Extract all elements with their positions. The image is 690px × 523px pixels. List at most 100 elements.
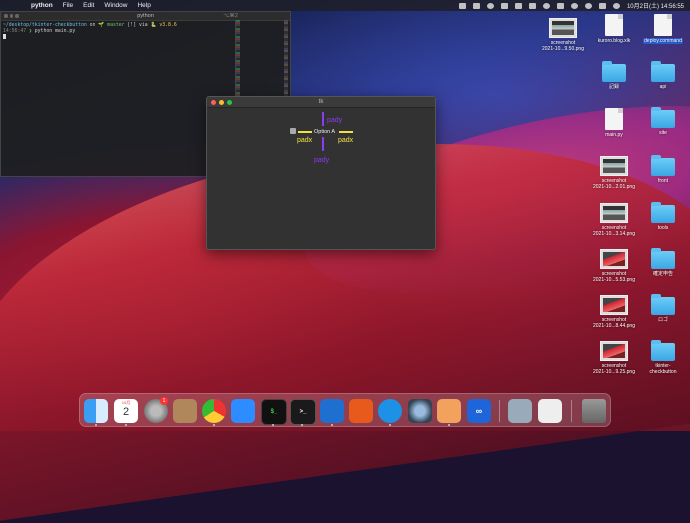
folder-icon: [651, 61, 675, 82]
python-file-icon: [605, 108, 623, 130]
icon-label: api: [659, 84, 667, 90]
desktop-deploy-command[interactable]: deploy.command: [638, 14, 688, 44]
desktop-folder-site[interactable]: site: [638, 107, 688, 136]
terminal-branch: 🌱 master: [98, 23, 125, 28]
control-center-icon[interactable]: [598, 2, 606, 9]
desktop-folder-api[interactable]: api: [638, 61, 688, 90]
vscode-icon[interactable]: [320, 399, 344, 423]
desktop-screenshot-2[interactable]: screenshot 2021-10...2.01.png: [589, 156, 639, 190]
desktop-kuroro-blog[interactable]: kuroro.blog.xlk: [589, 14, 639, 44]
desktop-screenshot-5[interactable]: screenshot 2021-10...8.44.png: [589, 295, 639, 329]
python-launcher-icon[interactable]: [437, 399, 461, 423]
option-a-label[interactable]: Option A: [314, 129, 335, 135]
calendar-icon[interactable]: 10月 2: [114, 399, 138, 423]
contacts-icon[interactable]: [173, 399, 197, 423]
folder-icon: [651, 294, 675, 315]
tk-minimize-button[interactable]: [219, 100, 224, 105]
desktop-folder-kiroku[interactable]: 記録: [589, 61, 639, 90]
tk-titlebar[interactable]: tk: [207, 97, 435, 108]
menu-file[interactable]: File: [63, 2, 73, 9]
menu-extras: 10月2日(土) 14:56:55: [458, 0, 684, 11]
infinity-app-icon[interactable]: ∞: [467, 399, 491, 423]
finder-icon[interactable]: [84, 399, 108, 423]
search-icon[interactable]: [584, 2, 592, 9]
chart-app-icon[interactable]: [349, 399, 373, 423]
status-icon-2[interactable]: [472, 2, 480, 9]
terminal-command: python main.py: [34, 28, 76, 34]
pady-bottom-arrow: [322, 137, 324, 151]
desktop-folder-tkinter-checkbutton[interactable]: tkinter- checkbutton: [638, 340, 688, 375]
terminal-minimize-button[interactable]: [9, 14, 13, 18]
menu-help[interactable]: Help: [137, 2, 150, 9]
icon-label: deploy.command: [643, 38, 683, 44]
folder-icon: [602, 61, 626, 82]
status-icon-1[interactable]: [458, 2, 466, 9]
padx-left-arrow: [298, 131, 312, 133]
quicktime-icon[interactable]: [408, 399, 432, 423]
desktop-screenshot-1[interactable]: screenshot 2021-10...9.50.png: [538, 18, 588, 52]
status-icon-4[interactable]: [500, 2, 508, 9]
tk-close-button[interactable]: [211, 100, 216, 105]
dock-separator: [499, 400, 500, 422]
terminal-python-version: 🐍 v3.8.6: [150, 23, 177, 28]
docker-menu-icon[interactable]: [514, 2, 522, 9]
desktop-main-py[interactable]: main.py: [589, 108, 639, 138]
pady-bottom-label: pady: [314, 157, 330, 164]
icon-label-2: 2021-10...9.25.png: [593, 369, 635, 375]
dock-separator: [571, 400, 572, 422]
terminal-cursor: [3, 34, 6, 40]
tk-zoom-button[interactable]: [227, 100, 232, 105]
icon-label-2: 2021-10...8.44.png: [593, 323, 635, 329]
terminal-close-button[interactable]: [4, 14, 8, 18]
downloads-stack-icon[interactable]: [508, 399, 532, 423]
trash-icon[interactable]: [582, 399, 606, 423]
docker-icon[interactable]: [378, 399, 402, 423]
icon-label: 記録: [608, 84, 619, 90]
zoom-icon[interactable]: [231, 399, 255, 423]
running-indicator: [448, 424, 450, 426]
desktop-folder-tools[interactable]: tools: [638, 202, 688, 231]
terminal-app-icon[interactable]: $_: [261, 399, 287, 425]
battery-icon[interactable]: [556, 2, 564, 9]
icon-label-2: 2021-10...5.53.png: [593, 277, 635, 283]
running-indicator: [389, 424, 391, 426]
menu-edit[interactable]: Edit: [83, 2, 94, 9]
terminal-titlebar[interactable]: python ⌥⌘2: [1, 12, 290, 21]
terminal-output[interactable]: ~/desktop/tkinter-checkbutton on 🌱 maste…: [1, 21, 290, 43]
running-indicator: [213, 424, 215, 426]
icon-label-2: 2021-10...9.50.png: [542, 46, 584, 52]
menu-app-name[interactable]: python: [31, 2, 53, 9]
status-icon-3[interactable]: [486, 2, 494, 9]
folder-icon: [651, 202, 675, 223]
desktop-screenshot-6[interactable]: screenshot 2021-10...9.25.png: [589, 341, 639, 375]
menu-clock[interactable]: 10月2日(土) 14:56:55: [627, 1, 684, 10]
terminal-zoom-button[interactable]: [15, 14, 19, 18]
wifi-icon[interactable]: [570, 2, 578, 9]
menu-window[interactable]: Window: [104, 2, 127, 9]
desktop-folder-kakuteishinkoku[interactable]: 確定申告: [638, 248, 688, 277]
screenshot-thumbnail-icon: [600, 295, 628, 315]
folder-icon: [651, 155, 675, 176]
tk-window[interactable]: tk Option A pady pady padx padx: [206, 96, 436, 250]
status-icon-6[interactable]: [528, 2, 536, 9]
desktop-screenshot-4[interactable]: screenshot 2021-10...5.53.png: [589, 249, 639, 283]
desktop-screenshot-3[interactable]: screenshot 2021-10...3.14.png: [589, 203, 639, 237]
icon-label: ロゴ: [657, 317, 668, 323]
notification-badge: 1: [160, 397, 168, 405]
siri-icon[interactable]: [612, 2, 620, 9]
icon-label: site: [659, 130, 667, 136]
padx-right-arrow: [339, 131, 353, 133]
running-indicator: [95, 424, 97, 426]
padx-right-label: padx: [338, 137, 354, 144]
folder-icon: [651, 107, 675, 128]
desktop-folder-front[interactable]: front: [638, 155, 688, 184]
status-icon-7[interactable]: [542, 2, 550, 9]
running-indicator: [331, 424, 333, 426]
document-stack-icon[interactable]: [538, 399, 562, 423]
iterm-icon[interactable]: >_: [290, 399, 316, 425]
terminal-path: ~/desktop/tkinter-checkbutton: [3, 23, 87, 28]
chrome-icon[interactable]: [202, 399, 226, 423]
desktop-folder-logo[interactable]: ロゴ: [638, 294, 688, 323]
icon-label: front: [657, 178, 668, 184]
option-a-checkbox[interactable]: [290, 128, 296, 134]
